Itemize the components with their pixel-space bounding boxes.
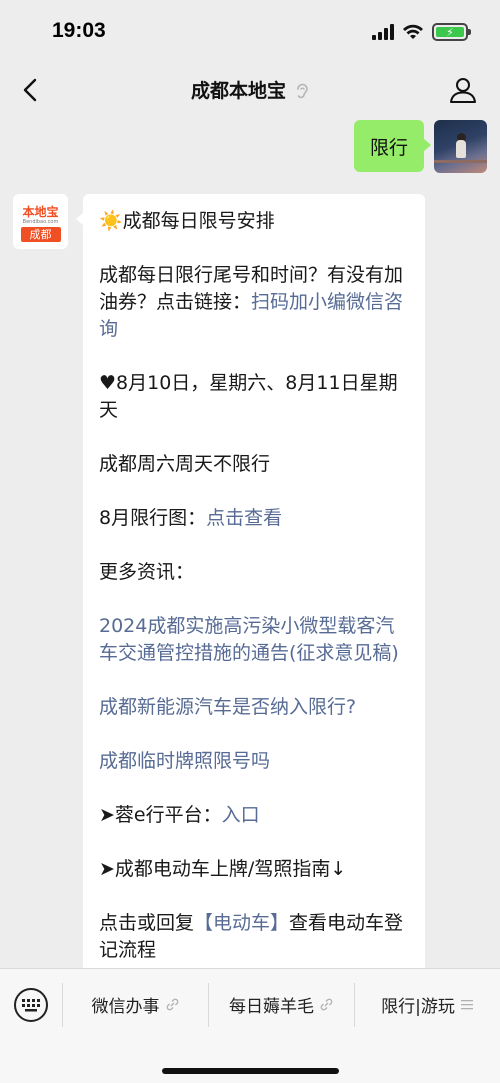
cellular-signal-icon [372, 24, 394, 40]
status-time: 19:03 [52, 19, 106, 42]
chat-area[interactable]: 限行 本地宝 Bendibao.com 成都 ☀️成都每日限号安排 成都每日限行… [0, 118, 500, 968]
nav-title-wrap: 成都本地宝 [0, 76, 500, 103]
message-paragraph-ebike: ➤成都电动车上牌/驾照指南↓ [99, 858, 347, 880]
menu-item-label: 限行|游玩 [381, 996, 455, 1017]
battery-charging-icon: ⚡ [432, 23, 471, 41]
temporary-plate-link[interactable]: 成都临时牌照限号吗 [99, 748, 409, 775]
bottom-menu: 微信办事 每日薅羊毛 限行|游玩 [0, 968, 500, 1083]
ear-icon [297, 83, 308, 99]
menu-item-label: 微信办事 [91, 996, 160, 1017]
bot-logo-site: Bendibao.com [22, 218, 59, 225]
platform-entry-link[interactable]: 入口 [222, 804, 260, 826]
outgoing-message-row: 限行 [353, 120, 487, 173]
keyboard-icon [22, 999, 40, 1012]
bot-logo-city: 成都 [20, 226, 61, 242]
menu-item-traffic-travel[interactable]: 限行|游玩 [354, 969, 500, 1039]
message-paragraph-coupon: 成都每日限行尾号和时间？有没有加油券？点击链接：扫码加小编微信咨询 [99, 264, 404, 340]
profile-button[interactable] [446, 73, 480, 107]
menu-item-daily-deals[interactable]: 每日薅羊毛 [208, 969, 354, 1039]
message-paragraph-platform: ➤蓉e行平台：入口 [99, 804, 260, 826]
nav-bar: 成都本地宝 [0, 62, 500, 118]
link-icon [166, 998, 178, 1010]
message-paragraph-reply: 点击或回复【电动车】查看电动车登记流程 [99, 912, 404, 961]
keyboard-toggle-button[interactable] [14, 988, 48, 1022]
new-energy-link[interactable]: 成都新能源汽车是否纳入限行? [99, 694, 409, 721]
policy-notice-link[interactable]: 2024成都实施高污染小微型载客汽车交通管控措施的通告(征求意见稿) [99, 613, 409, 667]
outgoing-message-text: 限行 [369, 136, 408, 159]
status-bar: 19:03 ⚡ [0, 0, 500, 62]
incoming-message-bubble[interactable]: ☀️成都每日限号安排 成都每日限行尾号和时间？有没有加油券？点击链接：扫码加小编… [76, 194, 425, 968]
menu-lines-icon [460, 999, 473, 1009]
message-paragraph-no-limit: 成都周六周天不限行 [99, 453, 271, 475]
view-map-link[interactable]: 点击查看 [206, 507, 282, 529]
ebike-keyword-link[interactable]: 【电动车】 [194, 912, 289, 934]
message-paragraph-map: 8月限行图：点击查看 [99, 507, 283, 529]
incoming-message-row: 本地宝 Bendibao.com 成都 ☀️成都每日限号安排 成都每日限行尾号和… [13, 194, 425, 968]
menu-item-label: 每日薅羊毛 [229, 996, 314, 1017]
person-icon [450, 78, 476, 103]
status-icons: ⚡ [372, 22, 471, 42]
bot-avatar[interactable]: 本地宝 Bendibao.com 成都 [13, 194, 68, 249]
user-avatar[interactable] [434, 120, 487, 173]
menu-item-wechat-services[interactable]: 微信办事 [62, 969, 208, 1039]
message-paragraph-more: 更多资讯： [99, 561, 195, 583]
message-title: ☀️成都每日限号安排 [99, 210, 275, 232]
wifi-icon [403, 24, 423, 39]
link-icon [320, 998, 333, 1010]
outgoing-message-bubble[interactable]: 限行 [353, 120, 432, 172]
nav-title: 成都本地宝 [190, 80, 286, 102]
home-indicator [162, 1068, 339, 1074]
message-paragraph-dates: ♥8月10日，星期六、8月11日星期天 [99, 372, 398, 421]
bot-logo-text: 本地宝 [22, 204, 59, 219]
